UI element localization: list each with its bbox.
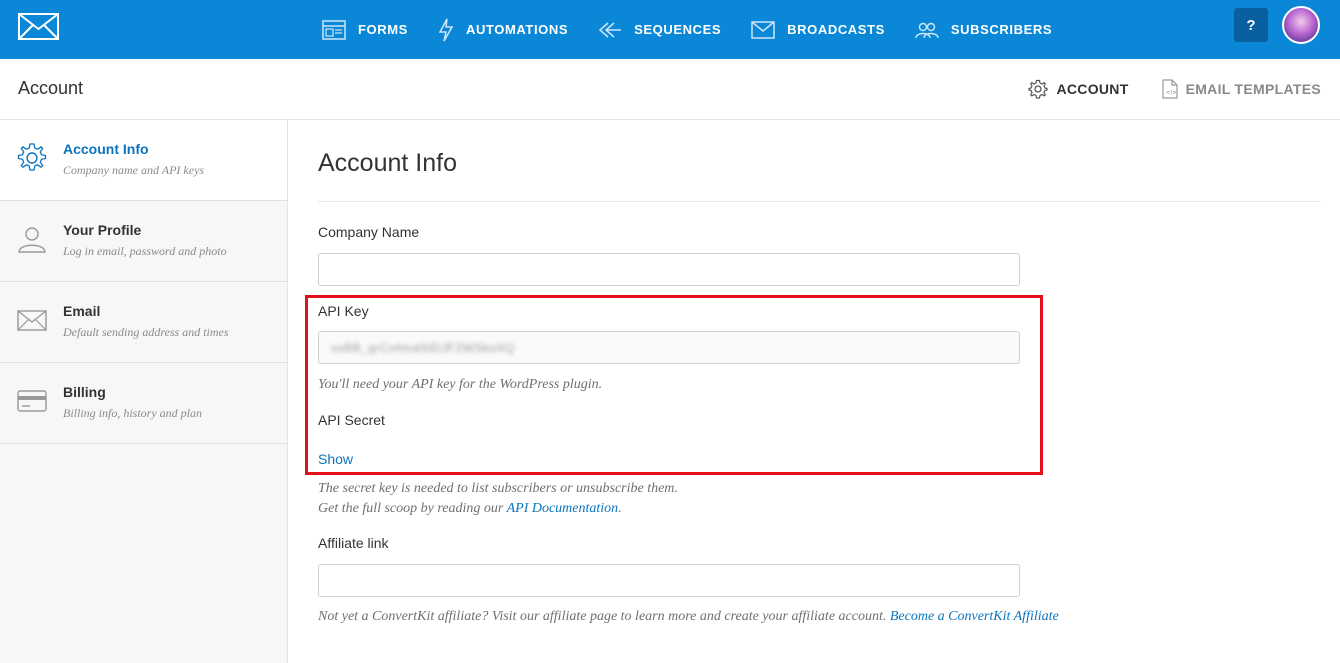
sidebar-item-description: Log in email, password and photo — [63, 244, 227, 258]
nav-sequences[interactable]: SEQUENCES — [598, 21, 721, 39]
api-secret-hint: The secret key is needed to list subscri… — [318, 481, 678, 496]
account-sidebar: Account Info Company name and API keys Y… — [0, 120, 288, 663]
account-subnav: ACCOUNT </> EMAIL TEMPLATES — [995, 59, 1321, 119]
subnav-account[interactable]: ACCOUNT — [1028, 79, 1128, 99]
company-name-input[interactable] — [318, 253, 1020, 286]
convertkit-logo-icon[interactable] — [18, 13, 59, 40]
gear-icon — [1028, 79, 1049, 99]
api-documentation-hint: Get the full scoop by reading our API Do… — [318, 501, 622, 517]
sidebar-item-label: Your Profile — [63, 222, 142, 238]
affiliate-hint-text: Not yet a ConvertKit affiliate? Visit ou… — [318, 609, 890, 624]
sidebar-item-billing[interactable]: Billing Billing info, history and plan — [0, 363, 287, 444]
company-name-label: Company Name — [318, 224, 420, 240]
nav-forms[interactable]: FORMS — [322, 19, 408, 41]
nav-forms-label: FORMS — [358, 22, 408, 37]
sidebar-item-description: Default sending address and times — [63, 325, 229, 339]
api-doc-hint-prefix: Get the full scoop by reading our — [318, 501, 507, 516]
help-button-label: ? — [1246, 16, 1256, 34]
sidebar-item-description: Company name and API keys — [63, 163, 205, 177]
sidebar-item-account-info[interactable]: Account Info Company name and API keys — [0, 120, 287, 201]
api-credentials-highlight-box — [305, 295, 1043, 475]
affiliate-link-label: Affiliate link — [318, 535, 389, 551]
sidebar-item-label: Billing — [63, 384, 106, 400]
nav-subscribers[interactable]: SUBSCRIBERS — [915, 21, 1052, 39]
sidebar-item-description: Billing info, history and plan — [63, 406, 203, 420]
envelope-icon — [17, 310, 47, 331]
subnav-account-label: ACCOUNT — [1056, 81, 1129, 97]
sidebar-item-label: Account Info — [63, 141, 149, 157]
person-icon — [18, 227, 46, 253]
envelope-icon — [751, 20, 775, 39]
affiliate-link-input[interactable] — [318, 564, 1020, 597]
subnav-email-templates-label: EMAIL TEMPLATES — [1185, 81, 1321, 97]
sidebar-item-email[interactable]: Email Default sending address and times — [0, 282, 287, 363]
nav-broadcasts-label: BROADCASTS — [787, 22, 885, 37]
api-documentation-link[interactable]: API Documentation — [507, 501, 619, 516]
account-subheader: Account ACCOUNT </> EMAIL TEMPLATES — [0, 59, 1340, 120]
title-divider — [318, 201, 1321, 202]
sidebar-item-label: Email — [63, 303, 101, 319]
nav-broadcasts[interactable]: BROADCASTS — [751, 20, 885, 39]
nav-sequences-label: SEQUENCES — [634, 22, 722, 37]
sidebar-item-your-profile[interactable]: Your Profile Log in email, password and … — [0, 201, 287, 282]
affiliate-hint: Not yet a ConvertKit affiliate? Visit ou… — [318, 609, 1059, 625]
lightning-icon — [438, 18, 454, 41]
page-section-title: Account — [18, 78, 84, 98]
page-title: Account Info — [318, 149, 457, 177]
nav-automations-label: AUTOMATIONS — [465, 22, 569, 37]
help-button[interactable]: ? — [1234, 8, 1268, 42]
subscribers-icon — [915, 22, 939, 38]
sequences-icon — [598, 21, 622, 38]
api-doc-hint-suffix: . — [618, 501, 622, 516]
credit-card-icon — [17, 390, 47, 412]
nav-automations[interactable]: AUTOMATIONS — [438, 18, 568, 42]
become-affiliate-link[interactable]: Become a ConvertKit Affiliate — [890, 609, 1059, 624]
main-navigation: FORMS AUTOMATIONS SEQUENCES BROADCASTS S… — [322, 0, 1082, 59]
user-avatar[interactable] — [1282, 6, 1320, 44]
svg-text:</>: </> — [1166, 90, 1177, 96]
nav-subscribers-label: SUBSCRIBERS — [950, 22, 1053, 37]
subnav-email-templates[interactable]: </> EMAIL TEMPLATES — [1161, 79, 1321, 99]
top-navigation-bar: FORMS AUTOMATIONS SEQUENCES BROADCASTS S… — [0, 0, 1340, 59]
document-icon: </> — [1161, 79, 1178, 99]
forms-icon — [322, 19, 346, 40]
gear-icon — [17, 143, 47, 171]
